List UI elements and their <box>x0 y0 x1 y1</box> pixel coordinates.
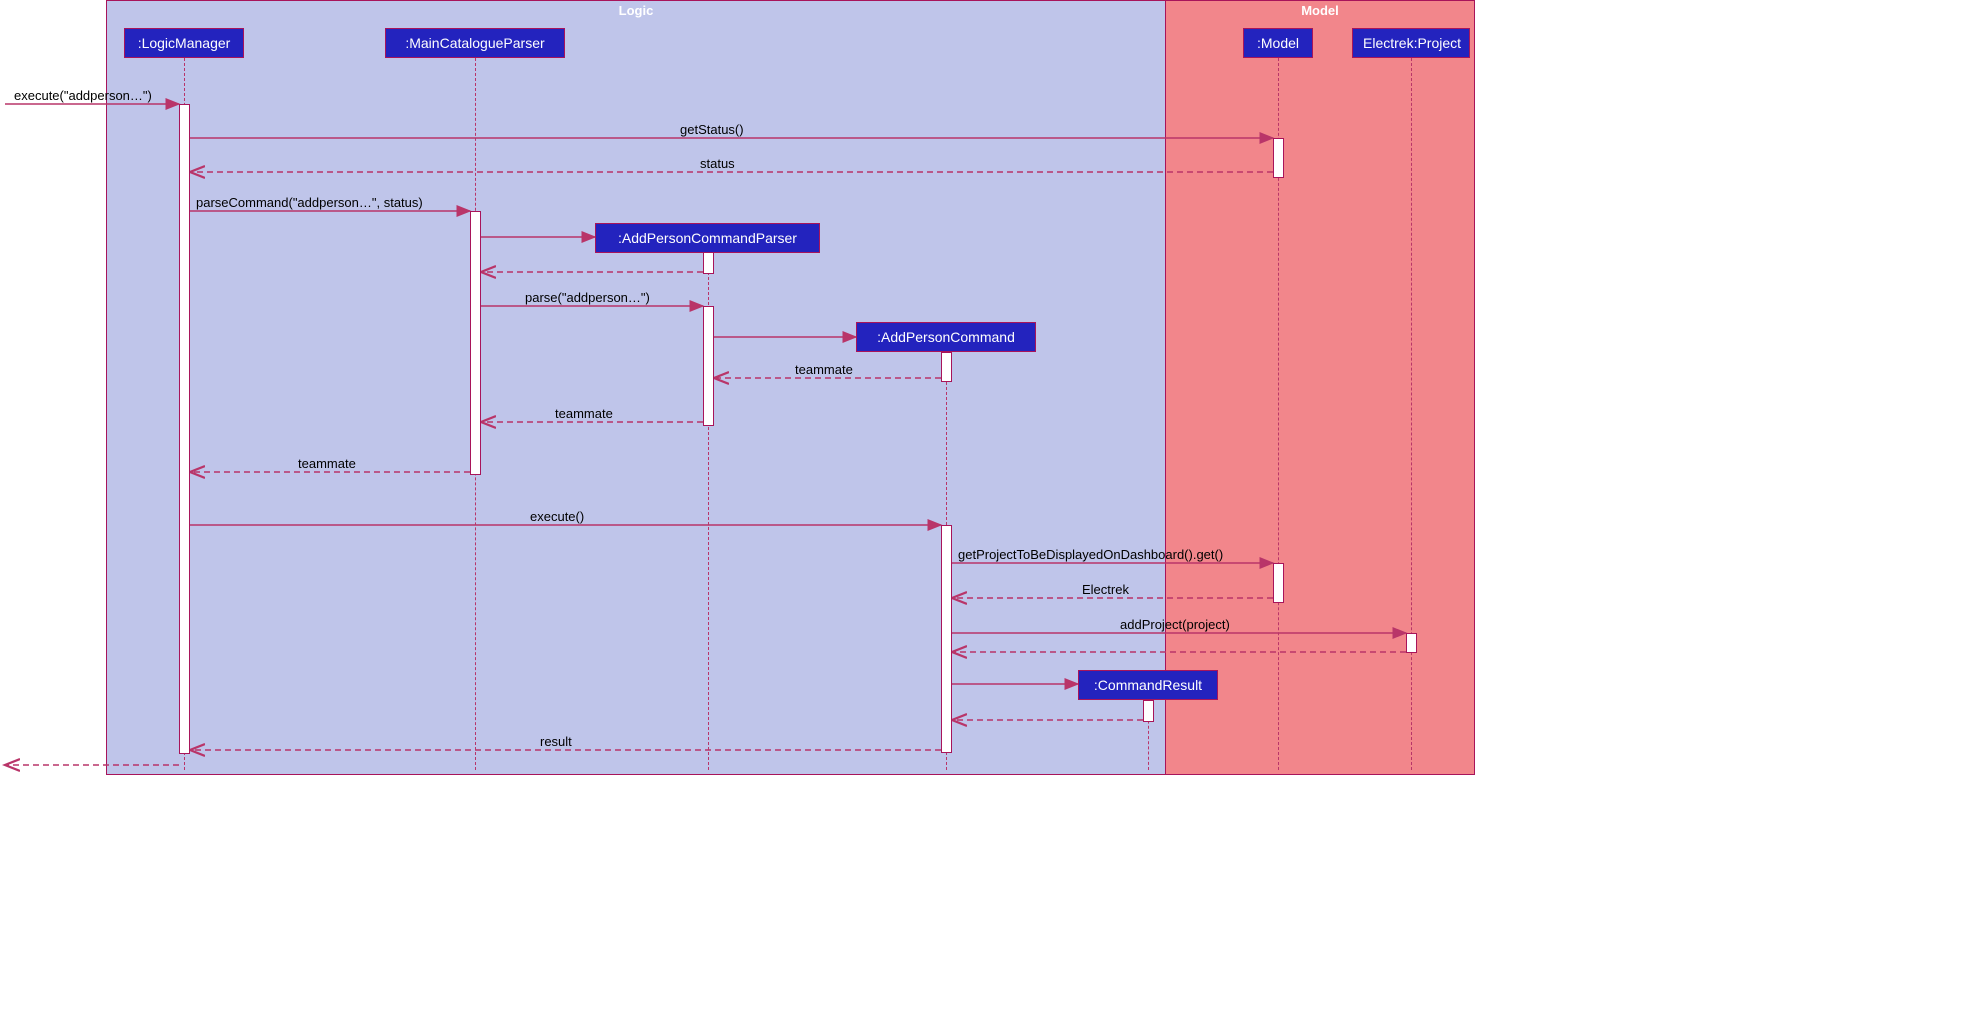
msg-status: status <box>700 156 735 171</box>
activation-command-create <box>941 352 952 382</box>
activation-electrek <box>1406 633 1417 653</box>
lifeline-electrek-project <box>1411 58 1412 770</box>
group-logic-title: Logic <box>107 1 1165 18</box>
activation-main-catalogue-parser <box>470 211 481 475</box>
activation-result <box>1143 700 1154 722</box>
participant-add-person-command-parser: :AddPersonCommandParser <box>595 223 820 253</box>
participant-electrek-project: Electrek:Project <box>1352 28 1470 58</box>
participant-model: :Model <box>1243 28 1313 58</box>
msg-execute2: execute() <box>530 509 584 524</box>
participant-command-result: :CommandResult <box>1078 670 1218 700</box>
group-logic: Logic <box>106 0 1166 775</box>
msg-addProject: addProject(project) <box>1120 617 1230 632</box>
msg-teammate2: teammate <box>555 406 613 421</box>
msg-teammate3: teammate <box>298 456 356 471</box>
activation-model-1 <box>1273 138 1284 178</box>
participant-add-person-command: :AddPersonCommand <box>856 322 1036 352</box>
participant-main-catalogue-parser: :MainCatalogueParser <box>385 28 565 58</box>
activation-parser-create <box>703 252 714 274</box>
activation-logic-manager <box>179 104 190 754</box>
activation-model-2 <box>1273 563 1284 603</box>
sequence-diagram: Logic Model :LogicManager :MainCatalogue… <box>0 0 1540 780</box>
group-model-title: Model <box>1166 1 1474 18</box>
activation-parser-parse <box>703 306 714 426</box>
msg-result: result <box>540 734 572 749</box>
msg-parseCommand: parseCommand("addperson…", status) <box>196 195 423 210</box>
msg-execute1: execute("addperson…") <box>14 88 152 103</box>
activation-command-execute <box>941 525 952 753</box>
msg-electrek: Electrek <box>1082 582 1129 597</box>
participant-logic-manager: :LogicManager <box>124 28 244 58</box>
msg-teammate1: teammate <box>795 362 853 377</box>
msg-parse: parse("addperson…") <box>525 290 650 305</box>
msg-getProject: getProjectToBeDisplayedOnDashboard().get… <box>958 547 1223 562</box>
msg-getStatus: getStatus() <box>680 122 744 137</box>
group-model: Model <box>1165 0 1475 775</box>
